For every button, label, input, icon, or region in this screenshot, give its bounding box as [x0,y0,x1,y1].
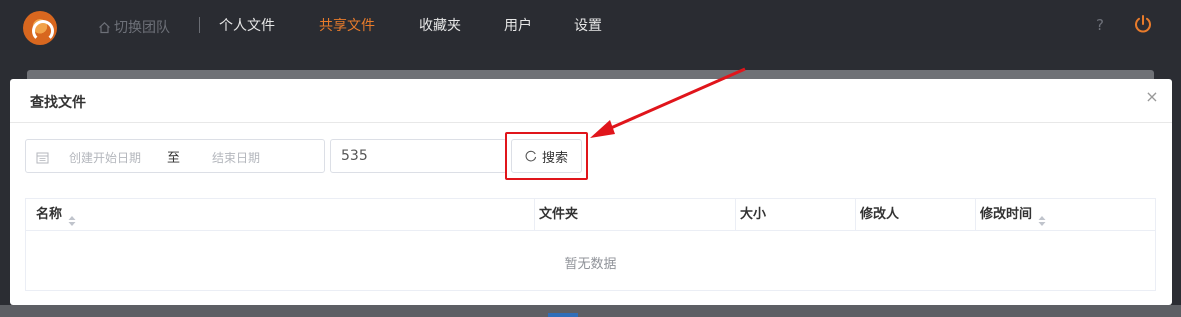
results-table: 名称 文件夹 大小 修改人 修改时间 暂无数据 [25,198,1156,291]
nav-shared-files[interactable]: 共享文件 [319,15,375,35]
table-header: 名称 文件夹 大小 修改人 修改时间 [26,199,1155,231]
column-modified-time[interactable]: 修改时间 [976,199,1155,231]
search-highlight-box [505,132,588,180]
column-modifier: 修改人 [856,199,976,231]
calendar-icon [36,149,49,164]
keyword-input[interactable] [330,139,507,173]
date-range-picker[interactable]: 创建开始日期 至 结束日期 [25,139,325,173]
find-file-dialog: 查找文件 × 创建开始日期 至 结束日期 搜索 名称 [10,79,1172,305]
top-navbar: 切换团队 个人文件 共享文件 收藏夹 用户 设置 ? [0,0,1181,50]
column-folder: 文件夹 [535,199,736,231]
dialog-header: 查找文件 × [10,79,1172,123]
nav-divider [199,17,200,33]
switch-team-label: 切换团队 [114,20,170,36]
nav-settings[interactable]: 设置 [574,15,602,35]
sort-icon[interactable] [67,208,77,226]
switch-team-button[interactable]: 切换团队 [98,17,170,37]
power-icon[interactable] [1133,14,1153,34]
nav-users[interactable]: 用户 [504,15,532,35]
nav-favorites[interactable]: 收藏夹 [419,15,461,35]
nav-personal-files[interactable]: 个人文件 [219,15,275,35]
column-size: 大小 [736,199,856,231]
sort-icon[interactable] [1037,208,1047,226]
dialog-title: 查找文件 [30,95,86,111]
app-logo[interactable] [23,11,57,45]
date-separator: 至 [167,151,181,166]
page-footer-backdrop [0,305,1181,317]
column-name[interactable]: 名称 [26,199,535,231]
help-icon[interactable]: ? [1096,16,1104,34]
home-icon [98,21,111,34]
start-date-placeholder[interactable]: 创建开始日期 [69,149,141,166]
end-date-placeholder[interactable]: 结束日期 [212,149,260,166]
close-icon[interactable]: × [1144,89,1160,105]
empty-state-text: 暂无数据 [564,257,617,272]
pagination-current [548,313,578,317]
